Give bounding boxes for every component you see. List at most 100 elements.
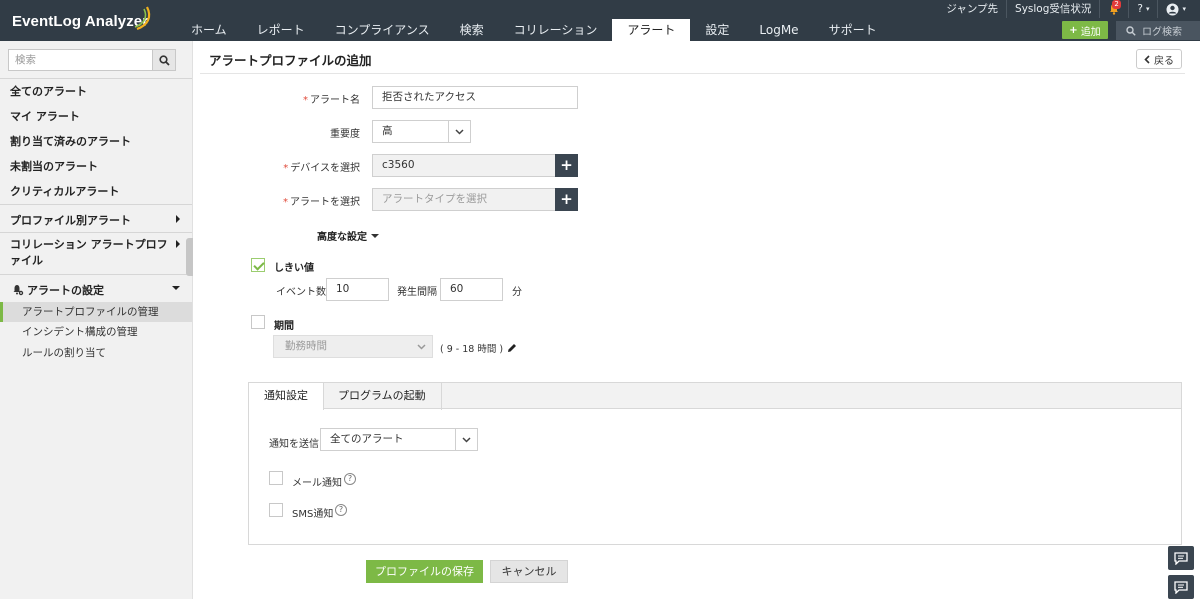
nav-tab-compliance[interactable]: コンプライアンス: [320, 19, 445, 41]
required-marker: *: [283, 163, 289, 174]
nav-tab-support[interactable]: サポート: [814, 19, 892, 41]
alert-name-label: * アラート名: [303, 95, 360, 106]
user-menu[interactable]: ▾: [1158, 0, 1200, 18]
help-circle-icon[interactable]: ?: [344, 473, 356, 485]
chevron-right-icon: [176, 215, 180, 223]
severity-value: 高: [382, 125, 393, 137]
required-marker: *: [283, 197, 288, 208]
page-title: アラートプロファイルの追加: [209, 53, 372, 68]
main-nav: ホーム レポート コンプライアンス 検索 コリレーション アラート 設定 Log…: [176, 19, 892, 41]
tab-run-program[interactable]: プログラムの起動: [323, 383, 442, 410]
severity-label: 重要度: [330, 129, 360, 140]
interval-label: 発生間隔: [397, 287, 437, 298]
help-menu[interactable]: ? ▾: [1129, 0, 1159, 18]
advanced-settings-toggle[interactable]: 高度な設定: [317, 228, 379, 243]
device-field[interactable]: c3560: [372, 154, 556, 177]
device-label: * デバイスを選択: [283, 163, 360, 174]
sidebar-item-assigned-alerts[interactable]: 割り当て済みのアラート: [10, 133, 131, 149]
panel-tabs: 通知設定 プログラムの起動: [249, 383, 1181, 410]
threshold-checkbox[interactable]: [251, 258, 265, 272]
sidebar-item-profile-alerts[interactable]: プロファイル別アラート: [10, 212, 131, 228]
sidebar-item-unassigned-alerts[interactable]: 未割当のアラート: [10, 158, 98, 174]
interval-input[interactable]: 60: [440, 278, 503, 301]
search-icon: [158, 54, 170, 66]
period-value: 勤務時間: [285, 340, 327, 352]
sidebar-item-all-alerts[interactable]: 全てのアラート: [10, 83, 87, 99]
sidebar-item-alert-settings[interactable]: アラートの設定: [12, 282, 104, 298]
sidebar-search-input[interactable]: [9, 50, 153, 70]
alert-type-field[interactable]: アラートタイプを選択: [372, 188, 556, 211]
nav-tab-alerts[interactable]: アラート: [612, 19, 691, 41]
top-links: ジャンプ先 Syslog受信状況 2 ? ▾ ▾: [938, 0, 1200, 18]
sidebar-item-my-alerts[interactable]: マイ アラート: [10, 108, 80, 124]
chevron-down-icon: [172, 286, 180, 290]
sidebar-item-critical-alerts[interactable]: クリティカルアラート: [10, 183, 119, 199]
chevron-right-icon: [176, 240, 180, 248]
sms-notification-checkbox[interactable]: [269, 503, 283, 517]
period-label: 期間: [274, 321, 294, 332]
add-device-button[interactable]: +: [555, 154, 578, 177]
add-alert-type-button[interactable]: +: [555, 188, 578, 211]
log-search-label: ログ検索: [1142, 27, 1182, 38]
alert-select-label: * アラートを選択: [283, 197, 360, 208]
period-select[interactable]: 勤務時間: [273, 335, 433, 358]
sidebar-search-button[interactable]: [152, 50, 175, 70]
event-count-input[interactable]: 10: [326, 278, 389, 301]
chevron-left-icon: [1144, 54, 1150, 64]
sidebar-divider: [0, 78, 192, 79]
chat-icon: [1174, 580, 1188, 594]
back-button[interactable]: 戻る: [1136, 49, 1182, 69]
sidebar-subitem-manage-profiles[interactable]: アラートプロファイルの管理: [0, 302, 192, 322]
jump-to-link[interactable]: ジャンプ先: [938, 0, 1008, 18]
send-notification-select[interactable]: 全てのアラート: [320, 428, 478, 451]
pencil-icon[interactable]: [507, 343, 517, 353]
tab-notification-settings[interactable]: 通知設定: [249, 383, 324, 410]
sidebar-collapse-handle[interactable]: [186, 238, 193, 276]
sidebar-item-correlation-profile[interactable]: コリレーション アラートプロファイル: [10, 237, 175, 269]
nav-tab-reports[interactable]: レポート: [242, 19, 320, 41]
nav-tab-settings[interactable]: 設定: [690, 19, 744, 41]
chat-icon: [1174, 551, 1188, 565]
minutes-label: 分: [512, 287, 522, 298]
severity-select[interactable]: 高: [372, 120, 471, 143]
alert-name-input[interactable]: 拒否されたアクセス: [372, 86, 578, 109]
threshold-label: しきい値: [274, 263, 314, 274]
email-notification-checkbox[interactable]: [269, 471, 283, 485]
caret-down-icon: [371, 233, 379, 238]
save-profile-button[interactable]: プロファイルの保存: [366, 560, 483, 583]
chevron-down-icon: [410, 336, 432, 357]
cancel-button[interactable]: キャンセル: [490, 560, 568, 583]
required-marker: *: [303, 95, 308, 106]
period-checkbox[interactable]: [251, 315, 265, 329]
nav-tab-correlation[interactable]: コリレーション: [499, 19, 613, 41]
chevron-down-icon: ▾: [1182, 5, 1186, 13]
title-divider: [200, 73, 1185, 74]
chevron-down-icon: [455, 429, 477, 450]
log-search-button[interactable]: ログ検索: [1116, 21, 1200, 40]
back-button-label: 戻る: [1154, 55, 1174, 67]
feedback-button[interactable]: [1168, 575, 1194, 599]
add-button[interactable]: + 追加: [1062, 21, 1108, 39]
app-logo[interactable]: EventLog Analyzer: [12, 13, 148, 30]
event-count-label: イベント数: [276, 287, 326, 298]
nav-tab-search[interactable]: 検索: [445, 19, 499, 41]
bell-gear-icon: [13, 285, 24, 296]
plus-icon: +: [1069, 24, 1078, 36]
notification-panel: 通知設定 プログラムの起動 通知を送信 全てのアラート メール通知 ? SMS通…: [248, 382, 1182, 545]
syslog-status-link[interactable]: Syslog受信状況: [1007, 0, 1101, 18]
notifications-button[interactable]: 2: [1100, 0, 1130, 18]
notification-count-badge: 2: [1112, 0, 1121, 9]
sidebar-subitem-incident-config[interactable]: インシデント構成の管理: [0, 322, 192, 342]
chat-button[interactable]: [1168, 546, 1194, 570]
top-header: EventLog Analyzer ホーム レポート コンプライアンス 検索 コ…: [0, 0, 1200, 41]
advanced-settings-label: 高度な設定: [317, 232, 367, 243]
nav-tab-home[interactable]: ホーム: [176, 19, 242, 41]
help-label: ?: [1137, 3, 1143, 15]
help-circle-icon[interactable]: ?: [335, 504, 347, 516]
period-hours-text: ( 9 - 18 時間 ): [440, 344, 504, 355]
nav-tab-logme[interactable]: LogMe: [744, 19, 813, 41]
sidebar-subitem-rule-assignment[interactable]: ルールの割り当て: [0, 343, 192, 363]
period-hours: ( 9 - 18 時間 ): [440, 341, 517, 355]
send-notification-value: 全てのアラート: [330, 433, 404, 445]
sidebar-item-label: アラートの設定: [27, 284, 104, 297]
